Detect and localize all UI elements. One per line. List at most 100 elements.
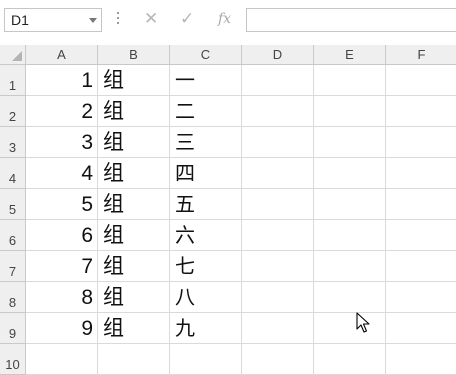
cell-value: 组 [103, 255, 124, 278]
cell-value: 组 [103, 162, 124, 185]
row-header-label: 10 [5, 357, 20, 372]
cell-a1[interactable]: 1 [26, 65, 98, 96]
row-header-label: 2 [8, 109, 17, 124]
cell-d7[interactable] [242, 251, 314, 282]
cell-d8[interactable] [242, 282, 314, 313]
cell-b7[interactable]: 组 [98, 251, 170, 282]
cell-d4[interactable] [242, 158, 314, 189]
cell-e1[interactable] [314, 65, 386, 96]
chevron-down-icon[interactable] [89, 18, 97, 23]
row-header-5[interactable]: 5 [0, 189, 26, 220]
cell-e9[interactable] [314, 313, 386, 344]
cell-a5[interactable]: 5 [26, 189, 98, 220]
column-header-f[interactable]: F [386, 45, 456, 65]
row-header-label: 1 [8, 78, 17, 93]
cell-b1[interactable]: 组 [98, 65, 170, 96]
formula-input[interactable] [246, 8, 456, 32]
row-header-3[interactable]: 3 [0, 127, 26, 158]
column-header-d[interactable]: D [242, 45, 314, 65]
cell-value: 4 [81, 162, 93, 185]
cell-f4[interactable] [386, 158, 456, 189]
cell-c2[interactable]: 二 [170, 96, 242, 127]
column-header-b[interactable]: B [98, 45, 170, 65]
name-box[interactable]: D1 [4, 8, 102, 32]
cell-b4[interactable]: 组 [98, 158, 170, 189]
cell-c3[interactable]: 三 [170, 127, 242, 158]
cell-e4[interactable] [314, 158, 386, 189]
cell-c6[interactable]: 六 [170, 220, 242, 251]
cell-a4[interactable]: 4 [26, 158, 98, 189]
cell-d6[interactable] [242, 220, 314, 251]
cell-a9[interactable]: 9 [26, 313, 98, 344]
cell-d1[interactable] [242, 65, 314, 96]
cell-c1[interactable]: 一 [170, 65, 242, 96]
spreadsheet-grid: ABCDEF11组一22组二33组三44组四55组五66组六77组七88组八99… [0, 45, 456, 375]
cell-f8[interactable] [386, 282, 456, 313]
cell-c9[interactable]: 九 [170, 313, 242, 344]
cell-b3[interactable]: 组 [98, 127, 170, 158]
cell-f5[interactable] [386, 189, 456, 220]
check-icon[interactable]: ✓ [180, 9, 194, 29]
cell-value: 三 [175, 132, 195, 154]
cell-b6[interactable]: 组 [98, 220, 170, 251]
cell-d3[interactable] [242, 127, 314, 158]
cell-value: 组 [103, 286, 124, 309]
cell-d10[interactable] [242, 344, 314, 375]
cell-a10[interactable] [26, 344, 98, 375]
cell-f1[interactable] [386, 65, 456, 96]
formula-bar: D1 ✕ ✓ fx [0, 0, 456, 45]
cell-e3[interactable] [314, 127, 386, 158]
cell-a6[interactable]: 6 [26, 220, 98, 251]
cell-a3[interactable]: 3 [26, 127, 98, 158]
cell-b8[interactable]: 组 [98, 282, 170, 313]
cell-f6[interactable] [386, 220, 456, 251]
cell-d9[interactable] [242, 313, 314, 344]
cell-f9[interactable] [386, 313, 456, 344]
cell-e6[interactable] [314, 220, 386, 251]
cell-b9[interactable]: 组 [98, 313, 170, 344]
cell-d2[interactable] [242, 96, 314, 127]
cell-b10[interactable] [98, 344, 170, 375]
cell-a7[interactable]: 7 [26, 251, 98, 282]
cell-c8[interactable]: 八 [170, 282, 242, 313]
cell-value: 9 [81, 317, 93, 340]
column-header-a[interactable]: A [26, 45, 98, 65]
cell-c4[interactable]: 四 [170, 158, 242, 189]
formula-bar-grip[interactable] [117, 12, 119, 26]
cell-e5[interactable] [314, 189, 386, 220]
row-header-10[interactable]: 10 [0, 344, 26, 375]
row-header-label: 6 [8, 233, 17, 248]
cell-e7[interactable] [314, 251, 386, 282]
cell-c7[interactable]: 七 [170, 251, 242, 282]
insert-function-button[interactable]: fx [218, 11, 231, 27]
column-header-e[interactable]: E [314, 45, 386, 65]
row-header-7[interactable]: 7 [0, 251, 26, 282]
cell-e10[interactable] [314, 344, 386, 375]
cancel-icon[interactable]: ✕ [144, 9, 158, 29]
row-header-1[interactable]: 1 [0, 65, 26, 96]
cell-d5[interactable] [242, 189, 314, 220]
row-header-label: 4 [8, 171, 17, 186]
cell-value: 3 [81, 131, 93, 154]
cell-value: 5 [81, 193, 93, 216]
cell-e8[interactable] [314, 282, 386, 313]
cell-b5[interactable]: 组 [98, 189, 170, 220]
row-header-2[interactable]: 2 [0, 96, 26, 127]
cell-e2[interactable] [314, 96, 386, 127]
select-all-button[interactable] [0, 45, 26, 65]
cell-f7[interactable] [386, 251, 456, 282]
cell-f10[interactable] [386, 344, 456, 375]
cell-c10[interactable] [170, 344, 242, 375]
row-header-9[interactable]: 9 [0, 313, 26, 344]
column-header-c[interactable]: C [170, 45, 242, 65]
cell-f3[interactable] [386, 127, 456, 158]
cell-b2[interactable]: 组 [98, 96, 170, 127]
cell-f2[interactable] [386, 96, 456, 127]
cell-a8[interactable]: 8 [26, 282, 98, 313]
mouse-pointer-icon [356, 312, 370, 333]
cell-c5[interactable]: 五 [170, 189, 242, 220]
row-header-4[interactable]: 4 [0, 158, 26, 189]
row-header-8[interactable]: 8 [0, 282, 26, 313]
cell-a2[interactable]: 2 [26, 96, 98, 127]
row-header-6[interactable]: 6 [0, 220, 26, 251]
